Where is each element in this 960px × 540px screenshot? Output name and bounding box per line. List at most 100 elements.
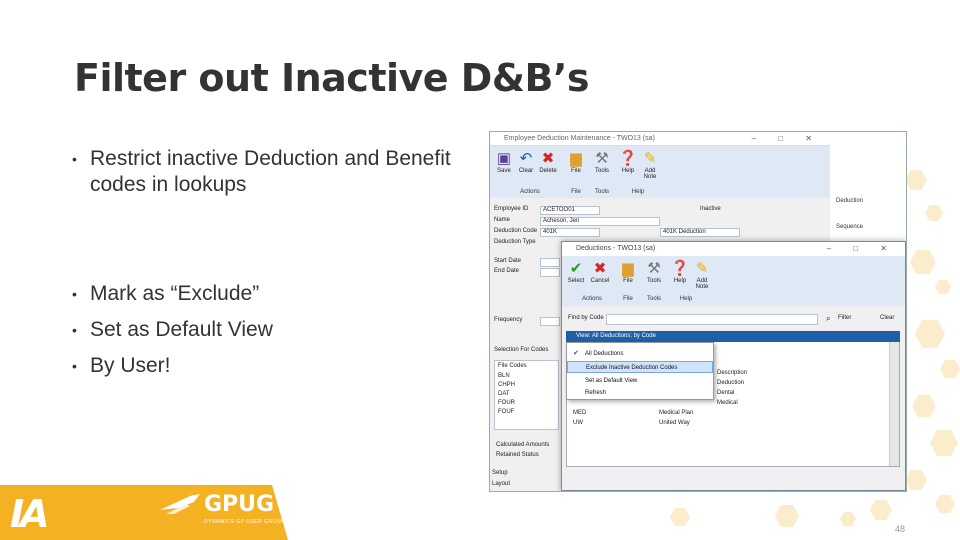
end-date-field[interactable] <box>540 268 560 277</box>
button-label: Save <box>497 168 511 174</box>
list-scrollbar[interactable] <box>889 338 899 466</box>
decor-hex <box>905 170 927 190</box>
find-by-code-input[interactable] <box>606 314 818 325</box>
decor-hex <box>940 360 960 378</box>
note-icon: ✎ <box>643 150 657 167</box>
help-icon: ❓ <box>618 150 638 167</box>
save-icon: ▣ <box>496 150 512 167</box>
menu-item-all-deductions[interactable]: ✔ All Deductions <box>567 348 713 360</box>
list-item[interactable]: DAT <box>498 391 510 397</box>
add-note-button[interactable]: ✎ Add Note <box>690 260 714 290</box>
form-label: Selection For Codes <box>494 347 549 353</box>
note-icon: ✎ <box>695 260 709 277</box>
button-label: File <box>623 278 633 284</box>
inactive-checkbox-label[interactable]: Inactive <box>700 206 721 215</box>
file-codes-list[interactable]: File Codes BLN CHPH DAT FOUR FOUF <box>494 360 559 430</box>
list-code[interactable]: MED <box>573 410 586 416</box>
list-desc[interactable]: United Way <box>659 420 690 426</box>
bullet-dot: • <box>72 151 77 167</box>
name-field[interactable]: Acheson, Jen <box>540 217 660 226</box>
deduction-code-field[interactable]: 401K <box>540 228 600 237</box>
window2-title: Deductions - TWO13 (sa) <box>576 245 656 252</box>
clear-button[interactable]: Clear <box>880 315 894 324</box>
form-label: Setup <box>492 470 508 476</box>
bullet-item: • Restrict inactive Deduction and Benefi… <box>72 146 452 198</box>
ribbon-group-label: Help <box>679 296 693 302</box>
button-label: Tools <box>594 168 609 174</box>
employee-id-field[interactable]: ACETOO01 <box>540 206 600 215</box>
ribbon-group-label: Help <box>631 189 645 195</box>
ribbon-group-label: Actions <box>582 296 602 302</box>
tools-button[interactable]: ⚒ Tools <box>590 150 614 174</box>
gpug-name: GPUG <box>204 492 275 517</box>
add-note-button[interactable]: ✎ Add Note <box>638 150 662 180</box>
page-number: 48 <box>895 524 906 534</box>
select-button[interactable]: ✔ Select <box>564 260 588 284</box>
save-button[interactable]: ▣ Save <box>492 150 516 174</box>
view-dropdown[interactable]: View: All Deductions; by Code <box>566 331 900 342</box>
bullet-item: • Set as Default View <box>72 317 273 343</box>
list-desc[interactable]: Description <box>717 370 747 376</box>
button-label: Cancel <box>590 278 610 284</box>
check-icon: ✔ <box>569 260 583 277</box>
decor-hex <box>910 250 936 274</box>
tools-button[interactable]: ⚒ Tools <box>642 260 666 284</box>
delete-button[interactable]: ✖ Delete <box>536 150 560 174</box>
list-item[interactable]: BLN <box>498 373 510 379</box>
filter-button[interactable]: Filter <box>838 315 851 324</box>
bullet-dot: • <box>72 322 77 338</box>
list-desc[interactable]: Medical <box>717 400 738 406</box>
field-value: Acheson, Jen <box>543 218 580 224</box>
window-controls[interactable]: – □ ✕ <box>827 244 897 253</box>
button-label: Add Note <box>695 278 709 290</box>
file-button[interactable]: ▆ File <box>616 260 640 284</box>
file-button[interactable]: ▆ File <box>564 150 588 174</box>
decor-hex <box>870 500 892 520</box>
gpug-logo: GPUG DYNAMICS GP USER GROUP <box>160 492 284 525</box>
decor-hex <box>912 395 936 417</box>
form-label: Start Date <box>494 258 522 264</box>
search-icon[interactable]: ⌕ <box>826 314 830 324</box>
form-label: Deduction Code <box>494 228 538 234</box>
ia-logo: IA <box>10 492 50 536</box>
window1-titlebar: Employee Deduction Maintenance - TWO13 (… <box>490 132 830 146</box>
clear-button[interactable]: ↶ Clear <box>514 150 538 174</box>
help-button[interactable]: ❓ Help <box>668 260 692 284</box>
frequency-field[interactable] <box>540 317 560 326</box>
bullet-text: Mark as “Exclude” <box>90 282 260 305</box>
start-date-field[interactable] <box>540 258 560 267</box>
window-controls[interactable]: – □ ✕ <box>752 134 822 143</box>
ribbon-group-label: Tools <box>646 296 661 302</box>
bullet-dot: • <box>72 286 77 302</box>
help-button[interactable]: ❓ Help <box>616 150 640 174</box>
button-label: Clear <box>518 168 534 174</box>
menu-item-set-default-view[interactable]: Set as Default View <box>567 375 713 387</box>
ribbon-group-label: Tools <box>594 189 609 195</box>
bullet-text: Restrict inactive Deduction and Benefit … <box>90 147 451 196</box>
menu-item-exclude-inactive[interactable]: Exclude Inactive Deduction Codes <box>567 361 713 373</box>
deduction-desc-field[interactable]: 401K Deduction <box>660 228 740 237</box>
list-desc[interactable]: Medical Plan <box>659 410 693 416</box>
button-label: Delete <box>539 168 557 174</box>
window2-ribbon: ✔ Select ✖ Cancel ▆ File ⚒ Tools ❓ Help ✎ Add … <box>562 256 905 306</box>
button-label: File <box>571 168 581 174</box>
list-desc[interactable]: Dental <box>717 390 734 396</box>
list-code[interactable]: UW <box>573 420 583 426</box>
field-value: 401K Deduction <box>663 229 706 235</box>
form-label: Employee ID <box>494 206 529 212</box>
decor-hex <box>925 205 943 221</box>
decor-hex <box>670 508 690 526</box>
menu-item-refresh[interactable]: Refresh <box>567 387 713 399</box>
list-item[interactable]: FOUF <box>498 409 514 415</box>
list-item[interactable]: FOUR <box>498 400 515 406</box>
dynamics-gp-screenshot: Deduction Sequence Employee Deduction Ma… <box>489 131 907 492</box>
list-desc[interactable]: Deduction <box>717 380 744 386</box>
cancel-button[interactable]: ✖ Cancel <box>588 260 612 284</box>
list-item[interactable]: CHPH <box>498 382 515 388</box>
button-label: Help <box>621 168 635 174</box>
ribbon-group-label: File <box>623 296 633 302</box>
bullet-item: • By User! <box>72 353 171 379</box>
form-label: Frequency <box>494 317 523 323</box>
checkmark-icon: ✔ <box>573 350 579 357</box>
cancel-icon: ✖ <box>593 260 607 277</box>
